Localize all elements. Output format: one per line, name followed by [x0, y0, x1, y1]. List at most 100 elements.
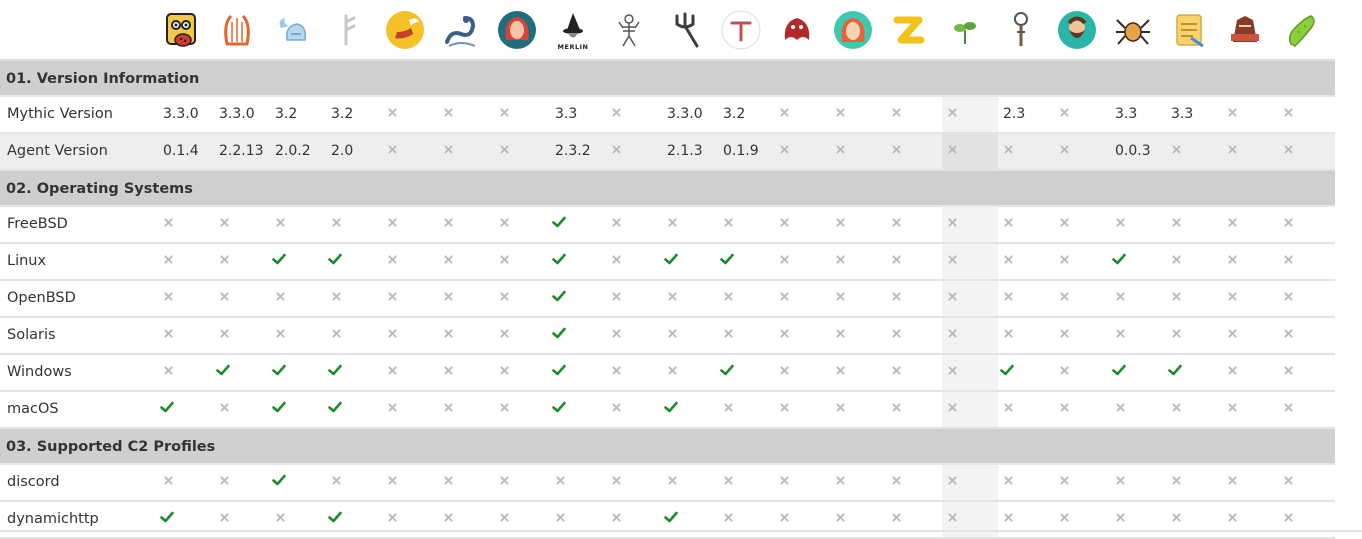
- supported-cell: [212, 355, 268, 390]
- supported-cell: [716, 355, 772, 390]
- unsupported-cell: [324, 318, 380, 353]
- check-icon: [1112, 364, 1126, 376]
- unsupported-cell: [436, 97, 492, 132]
- agent-avatar[interactable]: [945, 10, 985, 50]
- check-icon: [1112, 253, 1126, 265]
- unsupported-cell: [492, 244, 548, 279]
- skeleton-figure-icon: [618, 14, 640, 47]
- check-icon: [160, 511, 174, 523]
- unsupported-cell: [268, 207, 324, 242]
- x-icon: [892, 145, 901, 154]
- agent-avatar[interactable]: MERLIN: [553, 10, 593, 51]
- x-icon: [1060, 255, 1069, 264]
- x-icon: [1228, 145, 1237, 154]
- unsupported-cell: [940, 318, 996, 353]
- agent-avatar[interactable]: [1169, 10, 1209, 50]
- table-row: Mythic Version 3.3.0 3.3.0 3.2 3.2 3.3 3.3.0 3.…: [0, 97, 1335, 134]
- check-icon: [328, 364, 342, 376]
- agent-avatar[interactable]: [497, 10, 537, 50]
- x-icon: [276, 513, 285, 522]
- unsupported-cell: [940, 355, 996, 390]
- x-icon: [612, 476, 621, 485]
- unsupported-cell: [436, 281, 492, 316]
- x-icon: [1228, 255, 1237, 264]
- x-icon: [1116, 403, 1125, 412]
- agent-avatar[interactable]: [217, 10, 257, 50]
- unsupported-cell: [996, 134, 1052, 169]
- agent-avatar[interactable]: [1225, 10, 1265, 50]
- agent-avatar[interactable]: [1001, 10, 1041, 50]
- check-icon: [328, 511, 342, 523]
- agent-avatar[interactable]: [1281, 10, 1321, 50]
- unsupported-cell: [828, 465, 884, 500]
- x-icon: [780, 218, 789, 227]
- unsupported-cell: [772, 281, 828, 316]
- x-icon: [444, 145, 453, 154]
- supported-cell: [324, 244, 380, 279]
- agent-avatar[interactable]: [161, 10, 201, 50]
- unsupported-cell: [1052, 134, 1108, 169]
- x-icon: [948, 292, 957, 301]
- x-icon: [388, 366, 397, 375]
- unsupported-cell: [884, 97, 940, 132]
- unsupported-cell: [1164, 392, 1220, 427]
- unsupported-cell: [604, 207, 660, 242]
- x-icon: [500, 366, 509, 375]
- x-icon: [1116, 329, 1125, 338]
- spider-icon: [1116, 19, 1150, 45]
- agent-avatar[interactable]: [441, 10, 481, 50]
- agent-avatar[interactable]: [1113, 10, 1153, 50]
- agent-avatar[interactable]: [777, 10, 817, 50]
- x-icon: [164, 329, 173, 338]
- x-icon: [892, 255, 901, 264]
- version-value: 3.2: [331, 106, 354, 122]
- agent-avatar[interactable]: [329, 10, 369, 50]
- row-label: OpenBSD: [7, 290, 76, 306]
- unsupported-cell: [492, 207, 548, 242]
- agent-avatar[interactable]: [609, 10, 649, 50]
- unsupported-cell: [1276, 244, 1332, 279]
- check-icon: [1168, 364, 1182, 376]
- unsupported-cell: [884, 134, 940, 169]
- x-icon: [388, 329, 397, 338]
- version-value: 0.0.3: [1115, 143, 1151, 159]
- unsupported-cell: [828, 355, 884, 390]
- unsupported-cell: [492, 134, 548, 169]
- agent-avatar[interactable]: [1057, 10, 1097, 50]
- x-icon: [444, 513, 453, 522]
- agent-avatar[interactable]: [889, 10, 929, 50]
- unsupported-cell: [212, 318, 268, 353]
- check-icon: [552, 401, 566, 413]
- x-icon: [724, 476, 733, 485]
- agent-avatar[interactable]: [665, 10, 705, 50]
- x-icon: [892, 366, 901, 375]
- table-row: dynamichttp: [0, 502, 1335, 539]
- scroll-package-icon: [1176, 14, 1204, 48]
- section-header: 01. Version Information: [0, 61, 1335, 97]
- agent-avatar[interactable]: [721, 10, 761, 50]
- agent-avatar[interactable]: [833, 10, 873, 50]
- supported-cell: [548, 392, 604, 427]
- tau-symbol-icon: [721, 10, 761, 50]
- agent-avatar[interactable]: [385, 10, 425, 50]
- unsupported-cell: [1276, 392, 1332, 427]
- version-cell: 2.2.13: [212, 134, 268, 169]
- x-icon: [724, 403, 733, 412]
- unsupported-cell: [1220, 318, 1276, 353]
- x-icon: [1228, 513, 1237, 522]
- version-value: 2.0.2: [275, 143, 311, 159]
- unsupported-cell: [884, 207, 940, 242]
- version-cell: 0.1.4: [156, 134, 212, 169]
- x-icon: [1172, 329, 1181, 338]
- x-icon: [1060, 292, 1069, 301]
- row-label: discord: [7, 474, 60, 490]
- x-icon: [1172, 476, 1181, 485]
- unsupported-cell: [996, 281, 1052, 316]
- unsupported-cell: [604, 318, 660, 353]
- supported-cell: [268, 392, 324, 427]
- unsupported-cell: [940, 281, 996, 316]
- x-icon: [1004, 292, 1013, 301]
- agent-avatar[interactable]: [273, 10, 313, 50]
- unsupported-cell: [996, 318, 1052, 353]
- version-cell: 2.0.2: [268, 134, 324, 169]
